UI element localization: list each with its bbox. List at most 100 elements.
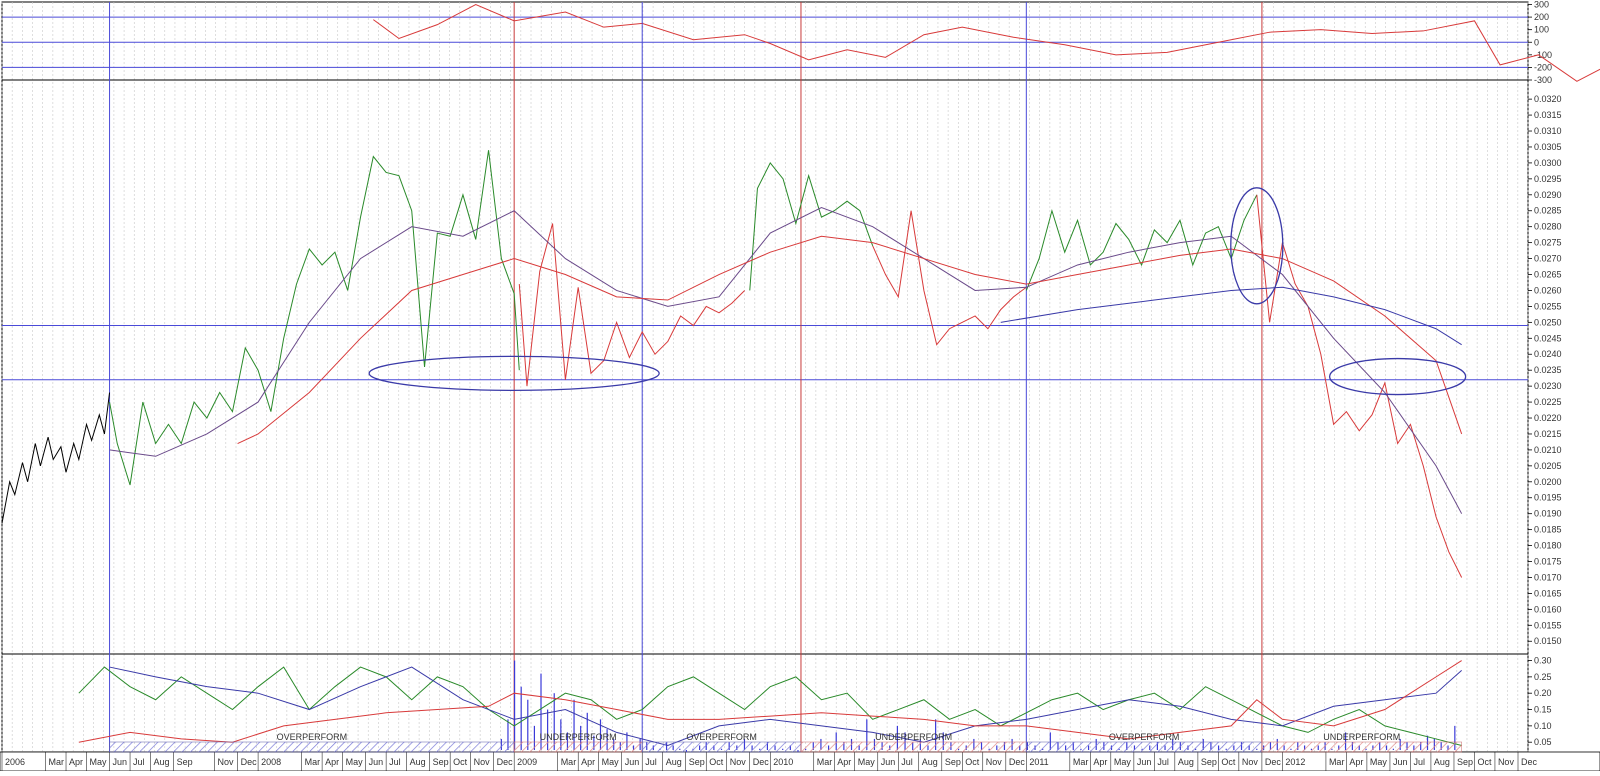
y-tick-label: 0.0225 [1534, 397, 1562, 407]
y-tick-label: 0.25 [1534, 672, 1552, 682]
y-tick-label: 0.0320 [1534, 94, 1562, 104]
y-tick-label: 0.0260 [1534, 285, 1562, 295]
x-tick-label: May [346, 757, 364, 767]
x-tick-label: Aug [666, 757, 682, 767]
x-tick-label: May [90, 757, 108, 767]
x-tick-label: Mar [561, 757, 577, 767]
x-tick-label: Oct [965, 757, 980, 767]
y-tick-label: 0.0275 [1534, 238, 1562, 248]
x-tick-label: Jun [113, 757, 128, 767]
y-tick-label: 0.0315 [1534, 110, 1562, 120]
x-tick-label: Nov [1498, 757, 1515, 767]
y-tick-label: -300 [1534, 75, 1552, 85]
performance-band-label: OVERPERFORM [1109, 732, 1180, 742]
x-tick-label: Apr [581, 757, 595, 767]
y-tick-label: 0.0210 [1534, 445, 1562, 455]
x-tick-label: Sep [689, 757, 705, 767]
x-tick-label: Mar [1073, 757, 1089, 767]
performance-band [1026, 741, 1263, 753]
x-tick-label: 2012 [1285, 757, 1305, 767]
chart-svg: 3002001000-100-200-3000.03200.03150.0310… [0, 0, 1600, 772]
y-tick-label: 0.05 [1534, 737, 1552, 747]
x-tick-label: Dec [241, 757, 258, 767]
x-tick-label: Nov [474, 757, 491, 767]
x-tick-label: Oct [709, 757, 724, 767]
x-tick-label: Sep [945, 757, 961, 767]
y-tick-label: 0.30 [1534, 656, 1552, 666]
x-tick-label: Apr [1093, 757, 1107, 767]
y-tick-label: 0.0265 [1534, 270, 1562, 280]
x-tick-label: May [602, 757, 620, 767]
x-tick-label: Apr [837, 757, 851, 767]
performance-band-label: OVERPERFORM [277, 732, 348, 742]
x-tick-label: Sep [1457, 757, 1473, 767]
y-tick-label: 0.0230 [1534, 381, 1562, 391]
x-tick-label: Oct [1477, 757, 1492, 767]
performance-band [641, 741, 802, 753]
x-tick-label: Dec [1009, 757, 1026, 767]
y-tick-label: 300 [1534, 0, 1549, 10]
performance-band-label: UNDERPERFORM [875, 732, 952, 742]
x-tick-label: Apr [69, 757, 83, 767]
x-tick-label: Sep [1201, 757, 1217, 767]
x-tick-label: Jul [133, 757, 145, 767]
performance-band [1261, 741, 1462, 753]
x-tick-label: Aug [410, 757, 426, 767]
x-tick-label: Sep [177, 757, 193, 767]
x-tick-label: Nov [730, 757, 747, 767]
y-tick-label: 0.0165 [1534, 588, 1562, 598]
y-tick-label: 0.20 [1534, 688, 1552, 698]
performance-band-label: UNDERPERFORM [1323, 732, 1400, 742]
x-tick-label: Aug [154, 757, 170, 767]
y-tick-label: 0 [1534, 37, 1539, 47]
y-tick-label: 0.0170 [1534, 572, 1562, 582]
x-tick-label: Apr [325, 757, 339, 767]
y-tick-label: 0.0250 [1534, 317, 1562, 327]
y-tick-label: 0.0175 [1534, 557, 1562, 567]
x-tick-label: 2011 [1029, 757, 1048, 767]
y-tick-label: 0.0295 [1534, 174, 1562, 184]
x-tick-label: Jun [369, 757, 384, 767]
y-tick-label: 0.0245 [1534, 333, 1562, 343]
y-tick-label: 0.0205 [1534, 461, 1562, 471]
performance-band [109, 741, 515, 753]
y-tick-label: 200 [1534, 12, 1549, 22]
x-tick-label: May [858, 757, 876, 767]
y-tick-label: 0.0180 [1534, 541, 1562, 551]
y-tick-label: 0.0200 [1534, 477, 1562, 487]
x-tick-label: Mar [49, 757, 65, 767]
performance-band [800, 741, 1027, 753]
y-tick-label: 0.0215 [1534, 429, 1562, 439]
x-tick-label: Nov [1242, 757, 1259, 767]
y-tick-label: 0.0240 [1534, 349, 1562, 359]
y-tick-label: 0.0185 [1534, 525, 1562, 535]
y-tick-label: 0.0255 [1534, 301, 1562, 311]
x-tick-label: Jul [389, 757, 401, 767]
x-tick-label: 2009 [517, 757, 537, 767]
x-tick-label: Aug [1434, 757, 1450, 767]
x-tick-label: Apr [1349, 757, 1363, 767]
x-tick-label: Oct [453, 757, 468, 767]
x-tick-label: Jul [645, 757, 657, 767]
y-tick-label: 0.0155 [1534, 620, 1562, 630]
y-tick-label: 0.0310 [1534, 126, 1562, 136]
y-tick-label: 0.0270 [1534, 254, 1562, 264]
x-tick-label: Jul [901, 757, 913, 767]
x-tick-label: Jun [625, 757, 640, 767]
y-tick-label: 0.0285 [1534, 206, 1562, 216]
y-tick-label: 100 [1534, 25, 1549, 35]
y-tick-label: 0.0280 [1534, 222, 1562, 232]
y-tick-label: -200 [1534, 62, 1552, 72]
x-tick-label: Jul [1413, 757, 1425, 767]
x-tick-label: Dec [753, 757, 770, 767]
x-tick-label: Jul [1157, 757, 1169, 767]
x-tick-label: Dec [1521, 757, 1538, 767]
x-tick-label: 2006 [5, 757, 25, 767]
x-tick-label: Oct [1221, 757, 1236, 767]
y-tick-label: 0.0195 [1534, 493, 1562, 503]
x-tick-label: Mar [1329, 757, 1345, 767]
x-tick-label: Mar [305, 757, 321, 767]
performance-band-label: OVERPERFORM [686, 732, 757, 742]
y-tick-label: 0.0160 [1534, 604, 1562, 614]
x-tick-label: Aug [922, 757, 938, 767]
